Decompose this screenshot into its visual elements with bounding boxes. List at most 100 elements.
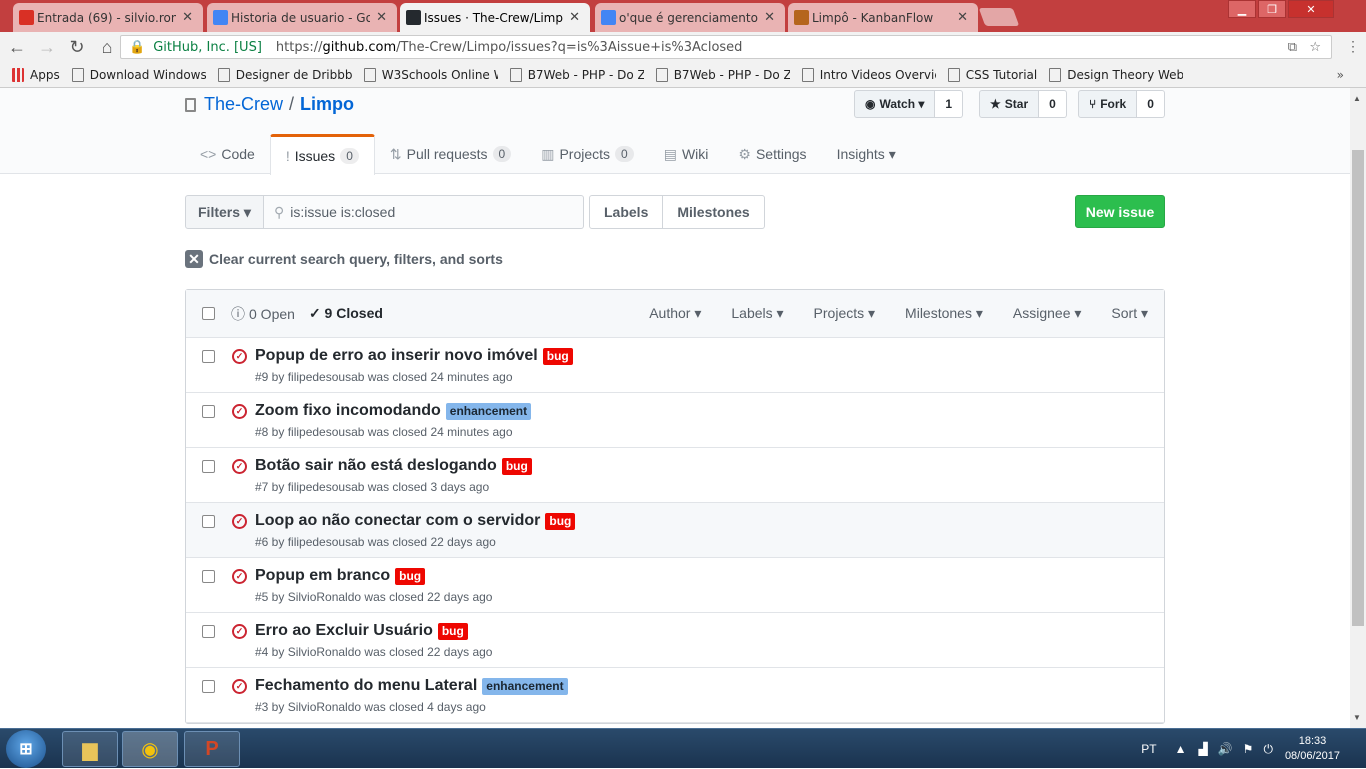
powerpoint-taskbar-icon[interactable]: P (184, 731, 240, 767)
issue-checkbox[interactable] (202, 350, 215, 363)
tab-pull-requests[interactable]: ⇅ Pull requests 0 (375, 134, 526, 174)
filter-dropdown[interactable]: Milestones ▾ (905, 305, 983, 322)
browser-tab[interactable]: o'que é gerenciamento c ✕ (595, 3, 785, 32)
tab-code[interactable]: <> Code (185, 134, 270, 174)
page-icon (363, 67, 376, 82)
url-field[interactable]: 🔒 GitHub, Inc. [US] https://github.com/T… (120, 35, 1332, 59)
bookmark-item[interactable]: B7Web - PHP - Do Ze (509, 67, 644, 82)
volume-icon[interactable]: 🔊 (1218, 742, 1233, 756)
explorer-taskbar-icon[interactable]: ▆ (62, 731, 118, 767)
close-window-button[interactable]: ✕ (1288, 0, 1334, 18)
bookmark-item[interactable]: Apps (12, 67, 60, 82)
start-button[interactable]: ⊞ (6, 730, 46, 768)
issue-checkbox[interactable] (202, 405, 215, 418)
close-tab-icon[interactable]: ✕ (182, 10, 193, 25)
tab-issues[interactable]: ! Issues 0 (269, 134, 375, 175)
show-hidden-icons-icon[interactable]: ▲ (1175, 742, 1187, 756)
bookmark-item[interactable]: Design Theory Web D (1049, 67, 1183, 82)
scroll-down-icon[interactable]: ▼ (1353, 713, 1361, 722)
star-button[interactable]: ★ Star (979, 90, 1040, 118)
issue-title-link[interactable]: Botão sair não está deslogando (255, 457, 497, 475)
browser-tab[interactable]: Entrada (69) - silvio.ronal ✕ (13, 3, 203, 32)
close-tab-icon[interactable]: ✕ (957, 10, 968, 25)
issue-checkbox[interactable] (202, 570, 215, 583)
filter-dropdown[interactable]: Projects ▾ (814, 305, 876, 322)
page-scrollbar[interactable]: ▲ ▼ (1350, 88, 1366, 728)
issue-title-link[interactable]: Popup em branco (255, 567, 390, 585)
clock[interactable]: 18:33 08/06/2017 (1285, 734, 1340, 764)
issue-title-link[interactable]: Fechamento do menu Lateral (255, 677, 477, 695)
maximize-button[interactable]: ❐ (1258, 0, 1286, 18)
filters-button[interactable]: Filters ▾ (185, 195, 264, 229)
issue-checkbox[interactable] (202, 625, 215, 638)
search-input[interactable]: ⚲ is:issue is:closed (263, 195, 584, 229)
repo-owner-link[interactable]: The-Crew (204, 94, 283, 115)
network-icon[interactable]: ▟ (1198, 742, 1207, 756)
language-indicator[interactable]: PT (1141, 742, 1156, 756)
issue-label[interactable]: bug (395, 567, 426, 585)
issue-label[interactable]: bug (437, 622, 468, 640)
open-issues-link[interactable]: ⓘ 0 Open (231, 304, 295, 324)
close-tab-icon[interactable]: ✕ (569, 10, 580, 25)
clear-filters-link[interactable]: ✕ Clear current search query, filters, a… (185, 250, 503, 268)
issue-label[interactable]: bug (542, 347, 573, 365)
chrome-taskbar-icon[interactable]: ◉ (122, 731, 178, 767)
issue-title-link[interactable]: Zoom fixo incomodando (255, 402, 441, 420)
bookmark-item[interactable]: CSS Tutorial (947, 67, 1037, 82)
fork-count[interactable]: 0 (1137, 90, 1165, 118)
issue-title-link[interactable]: Loop ao não conectar com o servidor (255, 512, 540, 530)
back-button[interactable]: ← (4, 34, 30, 60)
bookmark-item[interactable]: W3Schools Online We (363, 67, 498, 82)
bookmark-item[interactable]: B7Web - PHP - Do Ze (655, 67, 790, 82)
closed-issues-link[interactable]: ✓ 9 Closed (309, 305, 383, 322)
minimize-button[interactable]: ▁ (1228, 0, 1256, 18)
new-issue-button[interactable]: New issue (1075, 195, 1165, 228)
milestones-button[interactable]: Milestones (663, 195, 765, 229)
flag-icon[interactable]: ⚑ (1243, 742, 1254, 756)
home-button[interactable]: ⌂ (94, 34, 120, 60)
browser-tab[interactable]: Limpô - KanbanFlow ✕ (788, 3, 978, 32)
menu-icon[interactable]: ⋮ (1346, 38, 1360, 55)
filter-dropdown[interactable]: Assignee ▾ (1013, 305, 1082, 322)
new-tab-button[interactable] (978, 8, 1020, 26)
repo-name-link[interactable]: Limpo (300, 94, 354, 115)
translate-icon[interactable]: ⧉ (1288, 40, 1297, 55)
filter-dropdown[interactable]: Sort ▾ (1111, 305, 1148, 322)
issue-row: ✓ Fechamento do menu Lateral enhancement #3… (186, 668, 1164, 723)
scrollbar-thumb[interactable] (1352, 150, 1364, 626)
tab-insights[interactable]: Insights ▾ (822, 134, 911, 174)
power-icon[interactable]: ⏻ (1263, 742, 1273, 757)
filter-dropdown[interactable]: Labels ▾ (731, 305, 783, 322)
issue-checkbox[interactable] (202, 680, 215, 693)
bookmark-item[interactable]: Designer de Dribbble (217, 67, 352, 82)
bookmark-star-icon[interactable]: ☆ (1309, 40, 1321, 55)
issue-title-link[interactable]: Popup de erro ao inserir novo imóvel (255, 347, 538, 365)
issue-label[interactable]: bug (545, 512, 576, 530)
browser-tab[interactable]: Historia de usuario - Goo ✕ (207, 3, 397, 32)
tab-projects[interactable]: ▥ Projects 0 (526, 134, 649, 174)
forward-button[interactable]: → (34, 34, 60, 60)
bookmark-item[interactable]: Download Windows 7 (71, 67, 206, 82)
watch-count[interactable]: 1 (935, 90, 964, 118)
watch-button[interactable]: ◉ Watch ▾ (854, 90, 936, 118)
star-count[interactable]: 0 (1039, 90, 1067, 118)
issue-checkbox[interactable] (202, 515, 215, 528)
tab-wiki[interactable]: ▤ Wiki (649, 134, 724, 174)
fork-button[interactable]: ⑂ Fork (1078, 90, 1138, 118)
scroll-up-icon[interactable]: ▲ (1353, 94, 1361, 103)
issue-label[interactable]: bug (501, 457, 532, 475)
more-bookmarks-icon[interactable]: » (1337, 68, 1344, 82)
issue-checkbox[interactable] (202, 460, 215, 473)
reload-button[interactable]: ↻ (64, 34, 90, 60)
bookmark-item[interactable]: Intro Videos Overview (801, 67, 936, 82)
browser-tab[interactable]: Issues · The-Crew/Limpo ✕ (400, 3, 590, 32)
tab-settings[interactable]: ⚙ Settings (723, 134, 821, 174)
issue-title-link[interactable]: Erro ao Excluir Usuário (255, 622, 433, 640)
filter-dropdown[interactable]: Author ▾ (649, 305, 701, 322)
close-tab-icon[interactable]: ✕ (376, 10, 387, 25)
issue-label[interactable]: enhancement (445, 402, 532, 420)
close-tab-icon[interactable]: ✕ (764, 10, 775, 25)
issue-label[interactable]: enhancement (482, 677, 568, 695)
labels-button[interactable]: Labels (589, 195, 664, 229)
select-all-checkbox[interactable] (202, 307, 215, 320)
